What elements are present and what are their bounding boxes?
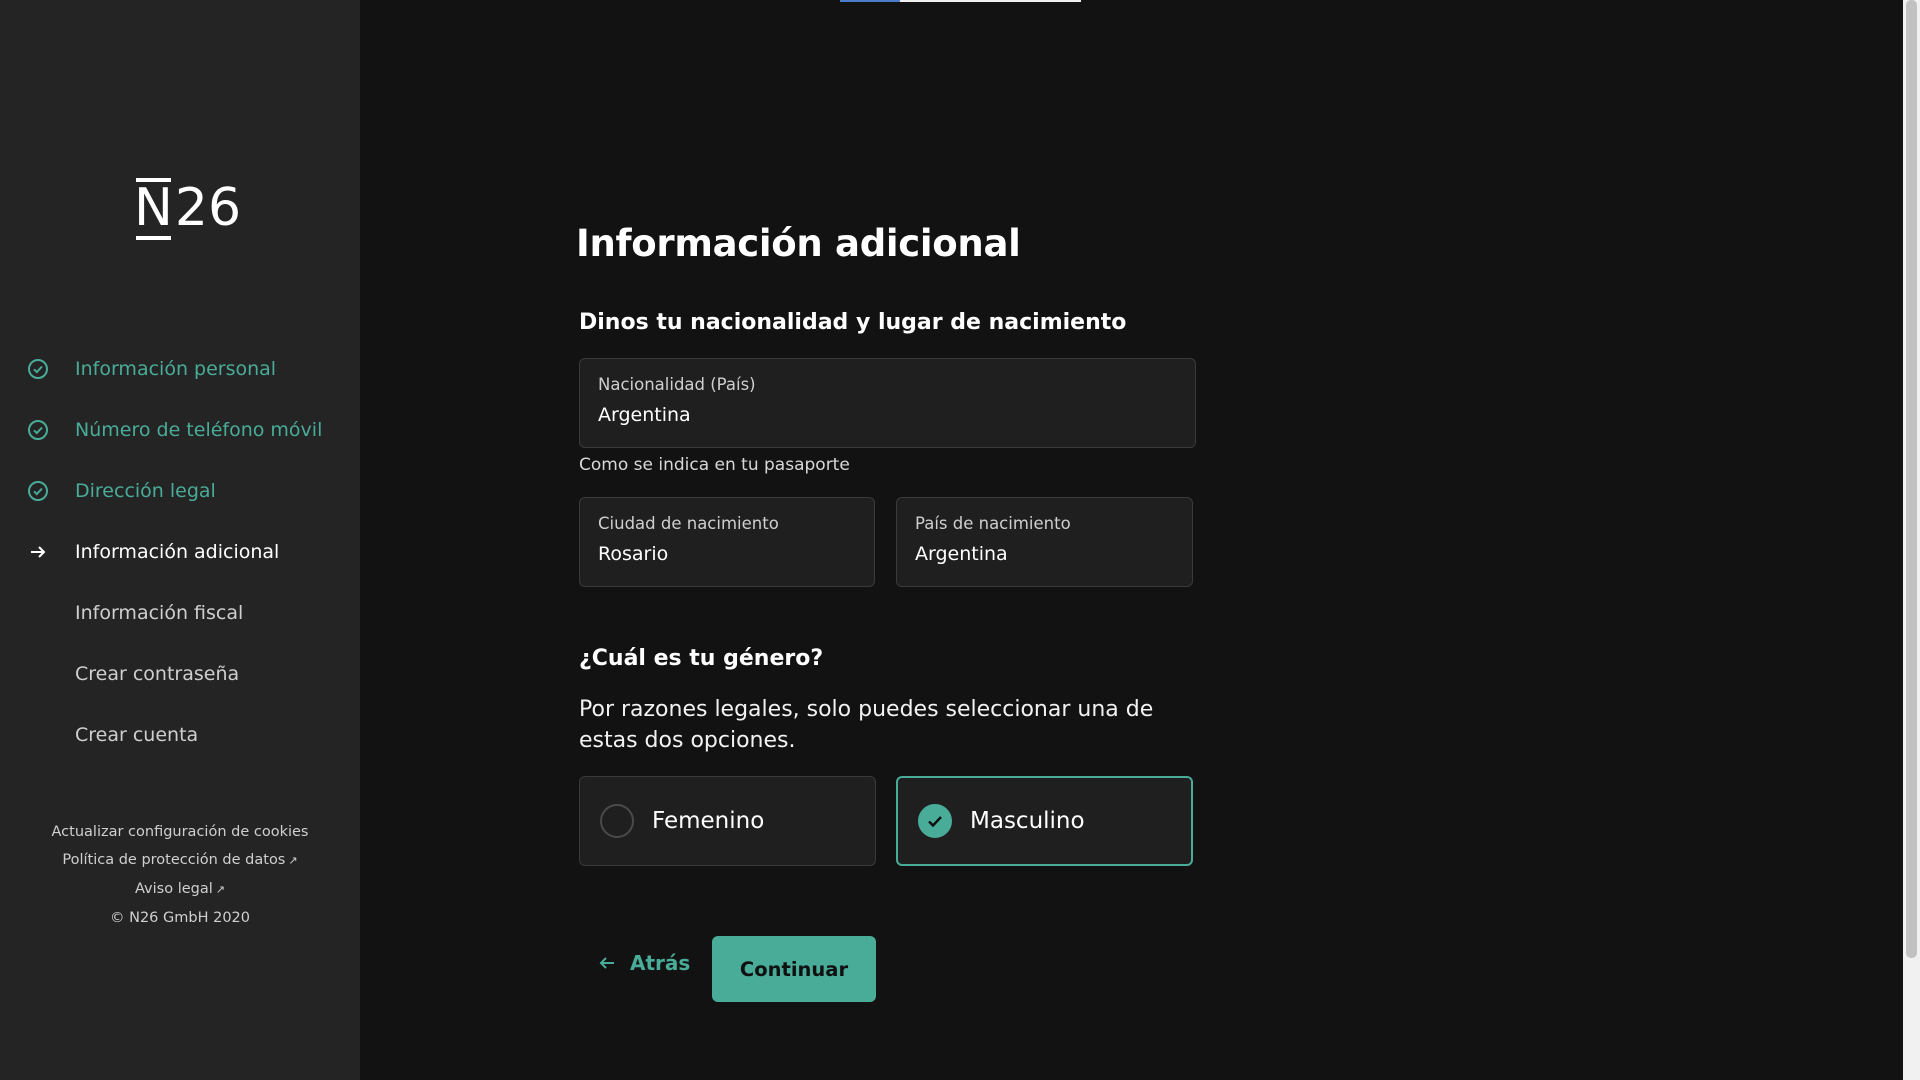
birth-country-value: Argentina — [915, 543, 1008, 565]
birth-country-field[interactable]: País de nacimiento Argentina — [896, 497, 1193, 587]
back-button[interactable]: Atrás — [598, 951, 690, 975]
check-circle-icon — [26, 357, 50, 381]
step-label: Información adicional — [75, 540, 280, 563]
radio-unchecked-icon — [600, 804, 634, 838]
step-crear-cuenta: Crear cuenta — [0, 704, 360, 765]
page-title: Información adicional — [576, 222, 1021, 265]
progress-bar — [840, 0, 1081, 2]
step-label: Crear cuenta — [75, 723, 199, 746]
progress-bar-fill — [840, 0, 901, 2]
gender-option-femenino[interactable]: Femenino — [579, 776, 876, 866]
nationality-heading: Dinos tu nacionalidad y lugar de nacimie… — [579, 310, 1127, 335]
progress-steps: Información personal Número de teléfono … — [0, 338, 360, 765]
gender-note: Por razones legales, solo puedes selecci… — [579, 697, 1154, 753]
scrollbar[interactable] — [1903, 0, 1920, 1080]
privacy-label: Política de protección de datos — [62, 852, 286, 868]
nationality-field[interactable]: Nacionalidad (País) Argentina — [579, 358, 1196, 448]
step-label: Dirección legal — [75, 479, 216, 502]
step-informacion-fiscal: Información fiscal — [0, 582, 360, 643]
sidebar-footer: Actualizar configuración de cookies Polí… — [0, 818, 360, 932]
logo-number: 26 — [174, 178, 242, 238]
step-label: Número de teléfono móvil — [75, 418, 323, 441]
birth-city-value: Rosario — [598, 543, 669, 565]
back-label: Atrás — [630, 951, 691, 975]
legal-notice-link[interactable]: Aviso legal ↗ — [0, 875, 360, 904]
cookies-settings-link[interactable]: Actualizar configuración de cookies — [0, 818, 360, 846]
scrollbar-thumb[interactable] — [1906, 0, 1917, 958]
copyright: © N26 GmbH 2020 — [110, 910, 250, 926]
legal-label: Aviso legal — [134, 881, 213, 897]
check-circle-icon — [26, 418, 50, 442]
step-spacer — [26, 662, 50, 686]
gender-heading: ¿Cuál es tu género? — [579, 646, 824, 671]
arrow-right-icon — [26, 540, 50, 564]
birth-country-label: País de nacimiento — [915, 514, 1071, 533]
gender-option-masculino[interactable]: Masculino — [896, 776, 1193, 866]
step-informacion-personal[interactable]: Información personal — [0, 338, 360, 399]
n26-logo[interactable]: N 26 — [134, 178, 242, 240]
external-link-icon: ↗ — [288, 854, 298, 867]
nationality-label: Nacionalidad (País) — [598, 375, 756, 394]
arrow-left-icon — [598, 954, 616, 972]
step-numero-telefono[interactable]: Número de teléfono móvil — [0, 399, 360, 460]
privacy-policy-link[interactable]: Política de protección de datos ↗ — [0, 846, 360, 875]
check-icon — [918, 804, 952, 838]
step-label: Información personal — [75, 357, 277, 380]
step-direccion-legal[interactable]: Dirección legal — [0, 460, 360, 521]
check-circle-icon — [26, 479, 50, 503]
gender-option-label: Masculino — [970, 808, 1085, 834]
nationality-value: Argentina — [598, 404, 691, 426]
birth-city-field[interactable]: Ciudad de nacimiento Rosario — [579, 497, 875, 587]
external-link-icon: ↗ — [215, 883, 225, 896]
sidebar: N 26 Información personal Número de teléf… — [0, 0, 360, 1080]
step-label: Información fiscal — [75, 601, 244, 624]
gender-option-label: Femenino — [652, 808, 765, 834]
step-crear-contrasena: Crear contraseña — [0, 643, 360, 704]
step-spacer — [26, 723, 50, 747]
passport-hint: Como se indica en tu pasaporte — [579, 455, 850, 475]
birth-city-label: Ciudad de nacimiento — [598, 514, 779, 533]
cookies-label: Actualizar configuración de cookies — [51, 824, 309, 840]
continue-button[interactable]: Continuar — [712, 936, 876, 1002]
step-label: Crear contraseña — [75, 662, 240, 685]
step-spacer — [26, 601, 50, 625]
step-informacion-adicional[interactable]: Información adicional — [0, 521, 360, 582]
logo-letter: N — [134, 178, 173, 240]
